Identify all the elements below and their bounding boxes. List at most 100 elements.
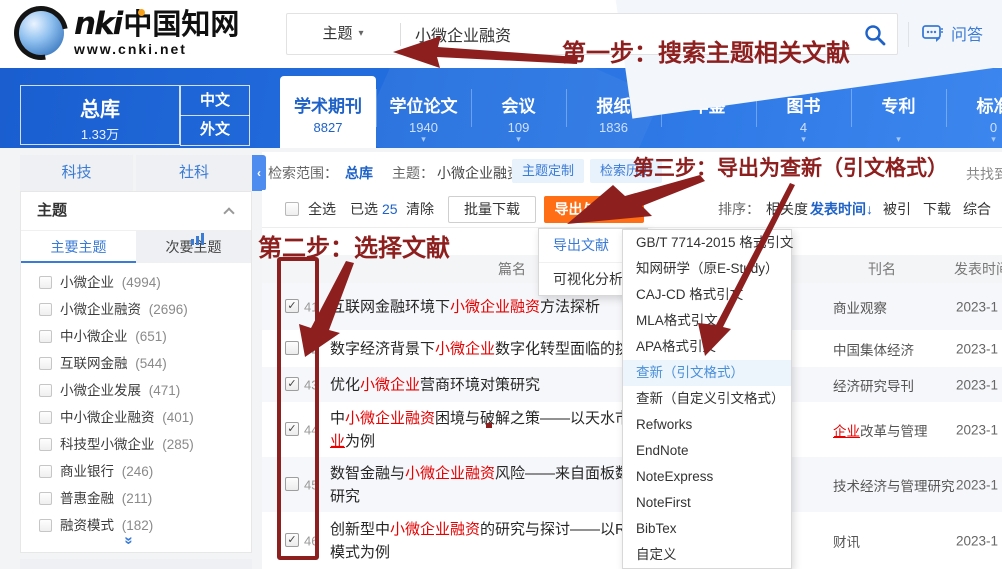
citation-format-查新（自定义引文格式）[interactable]: 查新（自定义引文格式） (623, 386, 791, 412)
topic-filter-item[interactable]: 商业银行 (246) (21, 458, 251, 485)
text-segment: 为例 (345, 433, 375, 450)
result-count-hint: 共找到 (966, 164, 1002, 184)
text-segment: 营商环境对策研究 (420, 376, 540, 393)
nav-tab-count: 1836 (566, 120, 661, 135)
topic-count: (182) (118, 518, 153, 533)
publish-date: 2023-1 (956, 341, 998, 356)
journal-name[interactable]: 商业观察 (833, 297, 887, 317)
search-icon[interactable] (863, 23, 887, 47)
chevron-down-icon: ▾ (851, 135, 946, 143)
row-checkbox[interactable] (285, 341, 299, 355)
citation-format-BibTex[interactable]: BibTex (623, 516, 791, 542)
clear-selection-button[interactable]: 清除 (406, 190, 434, 228)
citation-format-MLA格式引文[interactable]: MLA格式引文 (623, 308, 791, 334)
topic-filter-item[interactable]: 融资模式 (182) (21, 512, 251, 539)
tab-secondary-topics[interactable]: 次要主题 (136, 231, 251, 263)
cnki-logo[interactable]: nki中国知网 www.cnki.net (18, 8, 239, 57)
chart-icon[interactable] (191, 207, 207, 219)
select-all-checkbox[interactable] (285, 202, 299, 216)
topic-checkbox[interactable] (39, 357, 52, 370)
tab-foreign[interactable]: 外文 (180, 115, 250, 146)
topic-checkbox[interactable] (39, 465, 52, 478)
chevron-down-icon: ▾ (358, 28, 363, 39)
topic-checkbox[interactable] (39, 438, 52, 451)
text-segment: 方法探析 (540, 298, 600, 315)
citation-format-自定义[interactable]: 自定义 (623, 542, 791, 568)
select-all-label[interactable]: 全选 (308, 190, 336, 228)
topic-filter-item[interactable]: 中小微企业 (651) (21, 323, 251, 350)
sort-option-发表时间[interactable]: 发表时间↓ (810, 190, 873, 228)
nav-tab-学位论文[interactable]: 学位论文1940▾ (376, 68, 471, 148)
sort-label: 排序： (718, 190, 760, 228)
search-field-selector[interactable]: 主题▾ (287, 14, 399, 54)
row-checkbox[interactable] (285, 477, 299, 491)
total-library-label: 总库 (21, 93, 179, 122)
row-checkbox[interactable]: ✓ (285, 533, 299, 547)
row-checkbox[interactable]: ✓ (285, 299, 299, 313)
nav-tab-标准[interactable]: 标准0▾ (946, 68, 1002, 148)
tab-social-science[interactable]: 社科 (136, 155, 252, 191)
text-segment: 互联网金融环境下 (330, 298, 450, 315)
citation-format-EndNote[interactable]: EndNote (623, 438, 791, 464)
topic-filter-item[interactable]: 科技型小微企业 (285) (21, 431, 251, 458)
sort-option-下载[interactable]: 下载 (923, 190, 951, 228)
row-number: 41 (304, 299, 318, 314)
citation-format-Refworks[interactable]: Refworks (623, 412, 791, 438)
chevron-up-icon[interactable] (223, 207, 234, 218)
topic-filter-item[interactable]: 中小微企业融资 (401) (21, 404, 251, 431)
journal-name[interactable]: 中国集体经济 (833, 339, 914, 359)
topic-checkbox[interactable] (39, 330, 52, 343)
citation-format-GB/T 7714-2015 格式引文[interactable]: GB/T 7714-2015 格式引文 (623, 230, 791, 256)
tab-sci-tech[interactable]: 科技 (20, 155, 133, 191)
topic-count: (471) (145, 383, 180, 398)
journal-name[interactable]: 技术经济与管理研究 (833, 475, 955, 495)
topic-filter-item[interactable]: 小微企业发展 (471) (21, 377, 251, 404)
divider (400, 23, 401, 46)
nav-tab-会议[interactable]: 会议109▾ (471, 68, 566, 148)
text-segment: 优化 (330, 376, 360, 393)
total-library-box[interactable]: 总库 1.33万 (20, 85, 180, 145)
row-checkbox[interactable]: ✓ (285, 377, 299, 391)
topic-filter-item[interactable]: 普惠金融 (211) (21, 485, 251, 512)
journal-name[interactable]: 企业改革与管理 (833, 420, 928, 440)
sidebar-collapse-button[interactable]: ‹ (252, 155, 266, 191)
sort-option-综合[interactable]: 综合 (963, 190, 991, 228)
qa-button[interactable]: 问答 (922, 21, 983, 45)
row-checkbox[interactable]: ✓ (285, 422, 299, 436)
chevron-down-icon: ▾ (471, 135, 566, 143)
expand-more-icon[interactable]: » (121, 536, 138, 542)
topic-checkbox[interactable] (39, 411, 52, 424)
topic-label: 主题： (392, 163, 434, 183)
nav-tab-label: 学位论文 (376, 92, 471, 117)
topic-checkbox[interactable] (39, 276, 52, 289)
topic-count: (651) (132, 329, 167, 344)
citation-format-CAJ-CD 格式引文[interactable]: CAJ-CD 格式引文 (623, 282, 791, 308)
citation-format-NoteExpress[interactable]: NoteExpress (623, 464, 791, 490)
batch-download-button[interactable]: 批量下载 (448, 196, 536, 223)
journal-name[interactable]: 财讯 (833, 531, 860, 551)
topic-filter-item[interactable]: 小微企业融资 (2696) (21, 296, 251, 323)
export-analyze-button[interactable]: 导出与分析▾ (544, 196, 644, 223)
nav-tab-学术期刊[interactable]: 学术期刊8827 (280, 76, 376, 148)
citation-format-知网研学（原E-Study）[interactable]: 知网研学（原E-Study） (623, 256, 791, 282)
nav-tab-count (851, 120, 946, 135)
sort-option-被引[interactable]: 被引 (883, 190, 911, 228)
topic-filter-item[interactable]: 小微企业 (4994) (21, 269, 251, 296)
topic-checkbox[interactable] (39, 492, 52, 505)
citation-format-查新（引文格式）[interactable]: 查新（引文格式） (623, 360, 791, 386)
tab-primary-topics[interactable]: 主要主题 (21, 231, 136, 263)
topic-checkbox[interactable] (39, 519, 52, 532)
topic-checkbox[interactable] (39, 303, 52, 316)
nav-tab-count: 8827 (280, 120, 376, 135)
scope-value[interactable]: 总库 (345, 163, 373, 183)
journal-name[interactable]: 经济研究导刊 (833, 375, 914, 395)
topic-checkbox[interactable] (39, 384, 52, 397)
cnki-search-results-page: nki中国知网 www.cnki.net 主题▾ 问答 (0, 0, 1002, 569)
sort-option-相关度[interactable]: 相关度 (766, 190, 808, 228)
citation-format-APA格式引文[interactable]: APA格式引文 (623, 334, 791, 360)
topic-filter-item[interactable]: 互联网金融 (544) (21, 350, 251, 377)
topic-customize-button[interactable]: 主题定制 (512, 159, 584, 183)
topic-label: 小微企业发展 (60, 383, 141, 398)
tab-chinese[interactable]: 中文 (180, 85, 250, 116)
citation-format-NoteFirst[interactable]: NoteFirst (623, 490, 791, 516)
